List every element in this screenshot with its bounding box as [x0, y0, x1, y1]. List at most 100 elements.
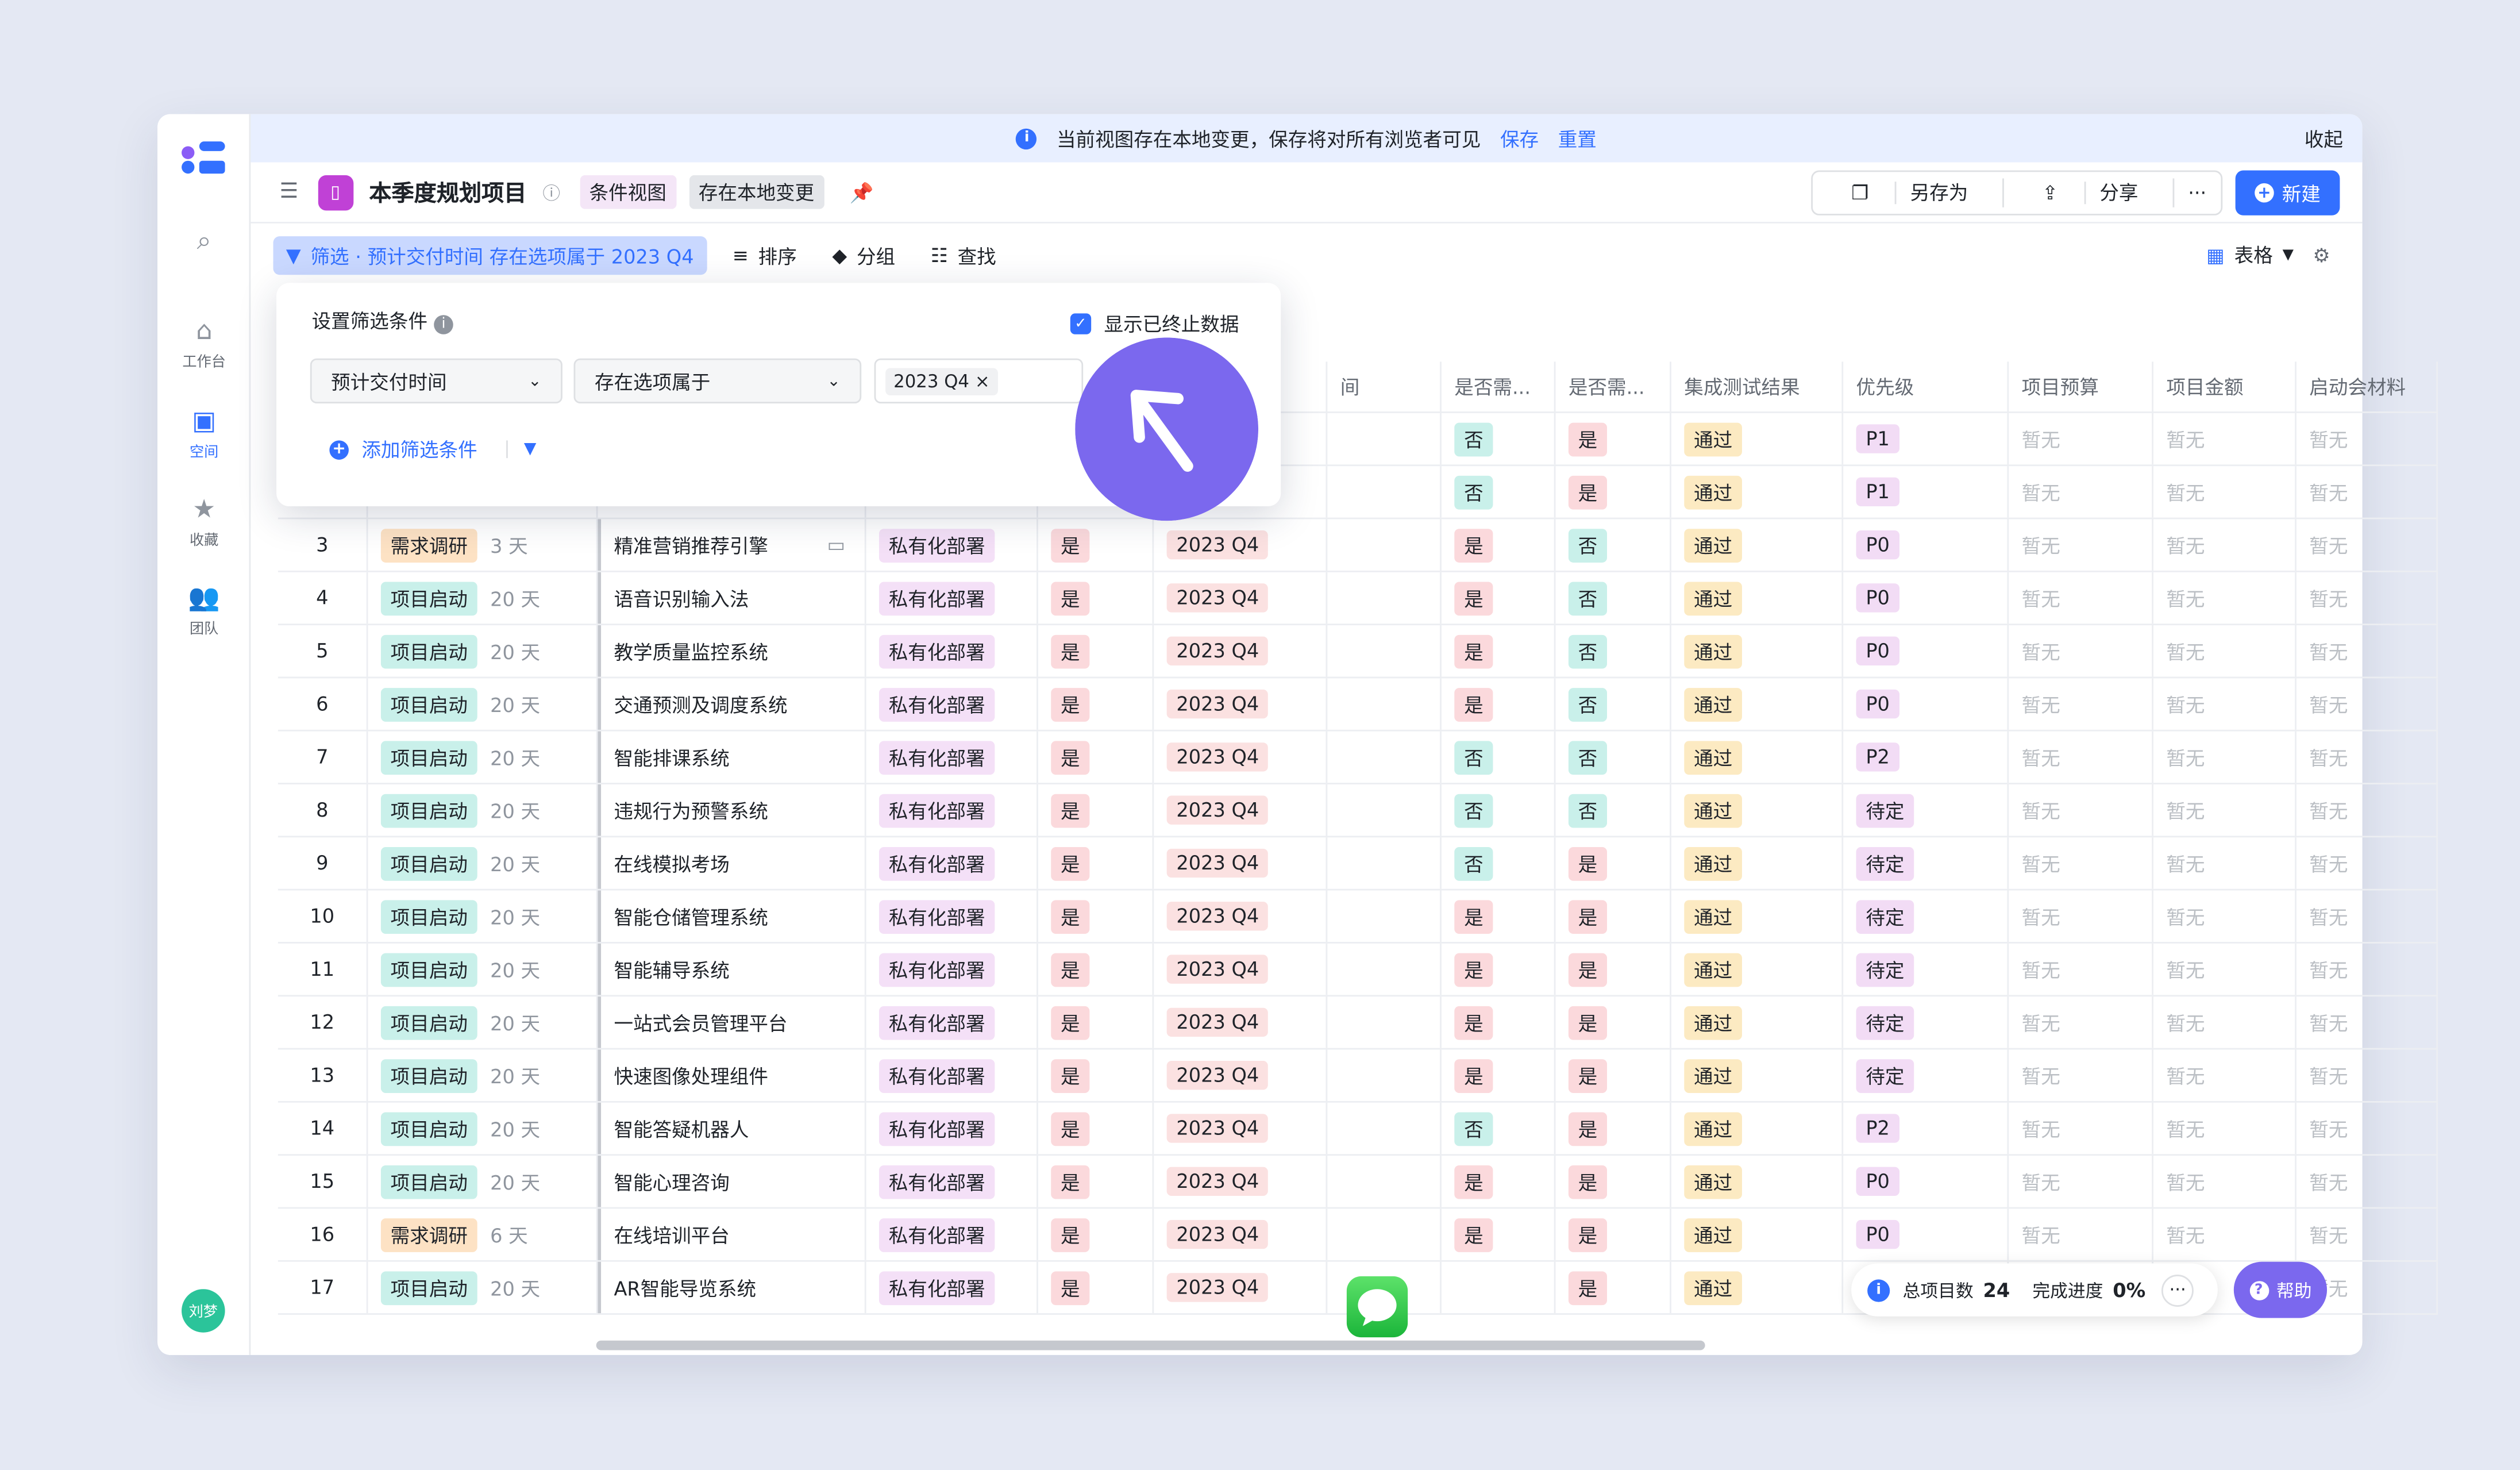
integration-test-cell[interactable]: 通过 [1671, 1049, 1844, 1101]
empty-cell[interactable]: 暂无 [2296, 1049, 2438, 1101]
integration-test-cell[interactable]: 通过 [1671, 1102, 1844, 1155]
deploy-cell[interactable]: 私有化部署 [866, 996, 1038, 1048]
sidebar-item-favorites[interactable]: ★ 收藏 [157, 494, 251, 549]
table-row[interactable]: 3 需求调研 3 天 精准营销推荐引擎 ▭ 私有化部署 是 2023 Q4 是 否 通过 P0 暂无 暂无… [278, 519, 2438, 572]
empty-cell[interactable]: 暂无 [2153, 519, 2296, 571]
project-name-cell[interactable]: 交通预测及调度系统 [598, 678, 866, 730]
integration-test-cell[interactable]: 通过 [1671, 572, 1844, 624]
outline-toggle-icon[interactable]: ☰ [280, 180, 299, 204]
stage-cell[interactable]: 项目启动 20 天 [368, 943, 598, 995]
deploy-cell[interactable]: 私有化部署 [866, 943, 1038, 995]
save-link[interactable]: 保存 [1500, 125, 1539, 152]
yes-no-cell[interactable]: 是 [1038, 1102, 1154, 1155]
need-field-a[interactable]: 是 [1442, 519, 1556, 571]
deploy-cell[interactable]: 私有化部署 [866, 1049, 1038, 1101]
gear-icon[interactable]: ⚙ [2313, 244, 2330, 266]
table-cell[interactable] [1327, 1102, 1442, 1155]
deploy-cell[interactable]: 私有化部署 [866, 784, 1038, 836]
empty-cell[interactable]: 暂无 [2296, 996, 2438, 1048]
need-field-b[interactable]: 是 [1555, 466, 1671, 518]
project-name-cell[interactable]: 智能仓储管理系统 [598, 890, 866, 942]
delivery-quarter-cell[interactable]: 2023 Q4 [1154, 1156, 1328, 1207]
filter-chip[interactable]: ▼ 筛选 · 预计交付时间 存在选项属于 2023 Q4 [273, 236, 707, 275]
delivery-quarter-cell[interactable]: 2023 Q4 [1154, 731, 1328, 783]
need-field-a[interactable]: 否 [1442, 731, 1556, 783]
table-cell[interactable] [1327, 519, 1442, 571]
save-as-button[interactable]: ❐ 另存为 [1813, 178, 2003, 207]
delivery-quarter-cell[interactable]: 2023 Q4 [1154, 996, 1328, 1048]
empty-cell[interactable]: 暂无 [2296, 890, 2438, 942]
need-field-b[interactable]: 否 [1555, 784, 1671, 836]
reset-link[interactable]: 重置 [1558, 125, 1597, 152]
yes-no-cell[interactable]: 是 [1038, 625, 1154, 677]
table-cell[interactable] [1327, 837, 1442, 889]
delivery-quarter-cell[interactable]: 2023 Q4 [1154, 1261, 1328, 1314]
integration-test-cell[interactable]: 通过 [1671, 413, 1844, 465]
sidebar-item-team[interactable]: 👥 团队 [157, 583, 251, 638]
delivery-quarter-cell[interactable]: 2023 Q4 [1154, 943, 1328, 995]
priority-cell[interactable]: P2 [1843, 1102, 2009, 1155]
table-row[interactable]: 5 项目启动 20 天 教学质量监控系统 私有化部署 是 2023 Q4 是 否 通过 P0 暂无 暂无… [278, 625, 2438, 679]
empty-cell[interactable]: 暂无 [2153, 1209, 2296, 1260]
priority-cell[interactable]: P1 [1843, 466, 2009, 518]
yes-no-cell[interactable]: 是 [1038, 943, 1154, 995]
table-cell[interactable] [1327, 784, 1442, 836]
column-header[interactable]: 启动会材料 [2296, 361, 2438, 413]
column-header[interactable]: 项目金额 [2153, 361, 2296, 413]
integration-test-cell[interactable]: 通过 [1671, 466, 1844, 518]
integration-test-cell[interactable]: 通过 [1671, 731, 1844, 783]
project-name-cell[interactable]: 违规行为预警系统 [598, 784, 866, 836]
sidebar-item-space[interactable]: ▣ 空间 [157, 406, 251, 461]
search-icon[interactable]: ⌕ [157, 226, 251, 260]
priority-cell[interactable]: P1 [1843, 413, 2009, 465]
project-name-cell[interactable]: 语音识别输入法 [598, 572, 866, 624]
priority-cell[interactable]: 待定 [1843, 784, 2009, 836]
column-header[interactable]: 是否需... [1441, 361, 1556, 413]
delivery-quarter-cell[interactable]: 2023 Q4 [1154, 572, 1328, 624]
empty-cell[interactable]: 暂无 [2009, 1156, 2153, 1207]
empty-cell[interactable]: 暂无 [2009, 996, 2153, 1048]
empty-cell[interactable]: 暂无 [2153, 837, 2296, 889]
group-button[interactable]: ◆ 分组 [832, 242, 895, 270]
empty-cell[interactable]: 暂无 [2009, 466, 2153, 518]
empty-cell[interactable]: 暂无 [2153, 996, 2296, 1048]
deploy-cell[interactable]: 私有化部署 [866, 890, 1038, 942]
integration-test-cell[interactable]: 通过 [1671, 1261, 1844, 1314]
deploy-cell[interactable]: 私有化部署 [866, 519, 1038, 571]
empty-cell[interactable]: 暂无 [2296, 466, 2438, 518]
deploy-cell[interactable]: 私有化部署 [866, 1261, 1038, 1314]
view-tag[interactable]: 条件视图 [579, 175, 676, 209]
empty-cell[interactable]: 暂无 [2296, 1102, 2438, 1155]
delivery-quarter-cell[interactable]: 2023 Q4 [1154, 625, 1328, 677]
empty-cell[interactable]: 暂无 [2296, 784, 2438, 836]
need-field-b[interactable]: 是 [1555, 996, 1671, 1048]
table-cell[interactable] [1327, 572, 1442, 624]
delivery-quarter-cell[interactable]: 2023 Q4 [1154, 784, 1328, 836]
delivery-quarter-cell[interactable]: 2023 Q4 [1154, 678, 1328, 730]
need-field-b[interactable]: 是 [1555, 1156, 1671, 1207]
empty-cell[interactable]: 暂无 [2009, 890, 2153, 942]
need-field-b[interactable]: 是 [1555, 943, 1671, 995]
empty-cell[interactable]: 暂无 [2009, 519, 2153, 571]
need-field-b[interactable]: 是 [1555, 413, 1671, 465]
need-field-b[interactable]: 是 [1555, 1102, 1671, 1155]
yes-no-cell[interactable]: 是 [1038, 678, 1154, 730]
priority-cell[interactable]: P0 [1843, 572, 2009, 624]
empty-cell[interactable]: 暂无 [2296, 1209, 2438, 1260]
stage-cell[interactable]: 需求调研 6 天 [368, 1209, 598, 1260]
empty-cell[interactable]: 暂无 [2009, 572, 2153, 624]
need-field-b[interactable]: 是 [1555, 1209, 1671, 1260]
empty-cell[interactable]: 暂无 [2009, 731, 2153, 783]
integration-test-cell[interactable]: 通过 [1671, 625, 1844, 677]
deploy-cell[interactable]: 私有化部署 [866, 1209, 1038, 1260]
priority-cell[interactable]: P0 [1843, 1209, 2009, 1260]
empty-cell[interactable]: 暂无 [2153, 943, 2296, 995]
table-cell[interactable] [1327, 1209, 1442, 1260]
priority-cell[interactable]: P0 [1843, 519, 2009, 571]
need-field-b[interactable]: 否 [1555, 678, 1671, 730]
stage-cell[interactable]: 项目启动 20 天 [368, 572, 598, 624]
project-name-cell[interactable]: 一站式会员管理平台 [598, 996, 866, 1048]
stage-cell[interactable]: 项目启动 20 天 [368, 837, 598, 889]
help-button[interactable]: ? 帮助 [2233, 1261, 2328, 1318]
chevron-down-icon[interactable]: ▼ [2283, 247, 2294, 263]
